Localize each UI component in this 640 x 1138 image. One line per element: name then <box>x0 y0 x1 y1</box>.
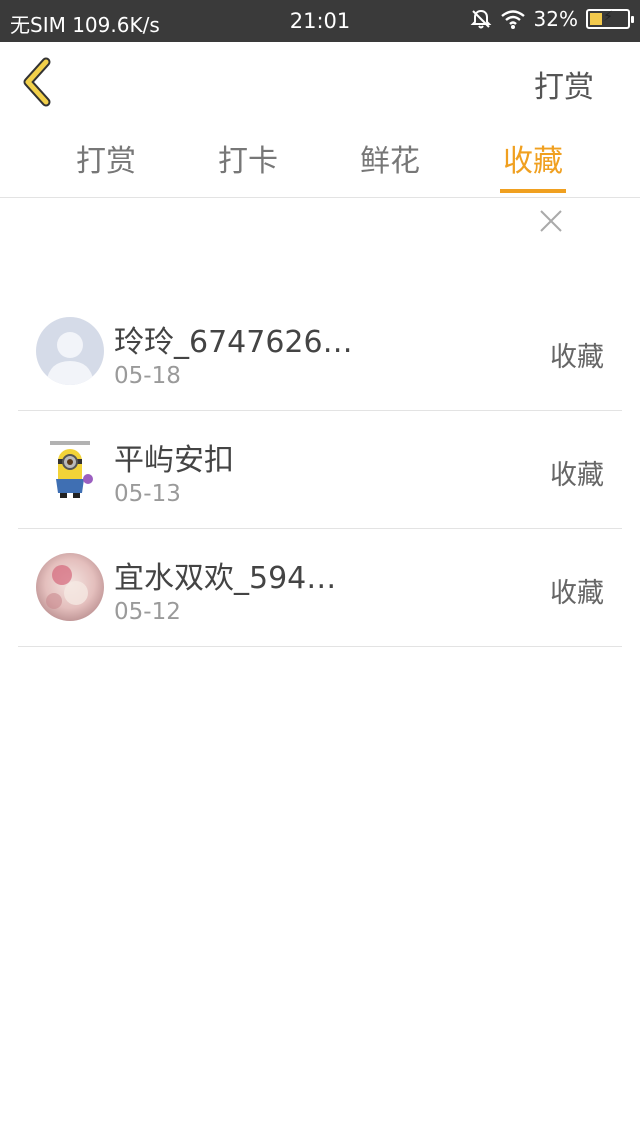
status-icons: 32% ⚡ <box>470 7 634 31</box>
photo-avatar-icon <box>36 553 104 621</box>
reward-button[interactable]: 打赏 <box>534 62 594 106</box>
tab-favorites[interactable]: 收藏 <box>488 136 578 180</box>
favorite-tag: 收藏 <box>550 342 604 373</box>
list-item[interactable]: 宜水双欢_594… 05-12 收藏 <box>18 529 622 647</box>
battery-icon: ⚡ <box>586 9 634 29</box>
avatar[interactable] <box>36 435 104 503</box>
minion-avatar-icon <box>36 435 104 503</box>
battery-percent: 32% <box>533 7 578 31</box>
active-tab-indicator <box>500 189 566 193</box>
list-item[interactable]: 平屿安扣 05-13 收藏 <box>18 411 622 529</box>
tab-checkin[interactable]: 打卡 <box>203 136 293 180</box>
user-name: 玲玲_6747626… <box>114 325 353 360</box>
avatar[interactable] <box>36 317 104 385</box>
tab-flowers[interactable]: 鲜花 <box>345 136 435 180</box>
list-item[interactable]: 玲玲_6747626… 05-18 收藏 <box>18 293 622 411</box>
nav-bar: 打赏 <box>0 42 640 122</box>
item-date: 05-13 <box>114 481 181 507</box>
default-person-avatar-icon <box>36 317 104 385</box>
tab-reward[interactable]: 打赏 <box>61 136 151 180</box>
favorites-list: 玲玲_6747626… 05-18 收藏 平屿安扣 05-13 收藏 宜水双欢_… <box>18 293 622 647</box>
user-name: 宜水双欢_594… <box>114 561 337 596</box>
favorite-tag: 收藏 <box>550 460 604 491</box>
item-date: 05-12 <box>114 599 181 625</box>
charging-bolt-icon: ⚡ <box>603 9 613 25</box>
back-button[interactable] <box>18 56 68 108</box>
close-button[interactable] <box>536 206 566 236</box>
wifi-icon <box>500 10 525 29</box>
chevron-left-icon <box>23 57 51 107</box>
favorite-tag: 收藏 <box>550 578 604 609</box>
item-date: 05-18 <box>114 363 181 389</box>
user-name: 平屿安扣 <box>114 443 234 478</box>
tab-bar: 打赏 打卡 鲜花 收藏 <box>0 122 640 198</box>
avatar[interactable] <box>36 553 104 621</box>
close-icon <box>540 210 562 232</box>
mute-bell-icon <box>470 9 491 29</box>
status-bar: 无SIM 109.6K/s 21:01 32% ⚡ <box>0 0 640 42</box>
